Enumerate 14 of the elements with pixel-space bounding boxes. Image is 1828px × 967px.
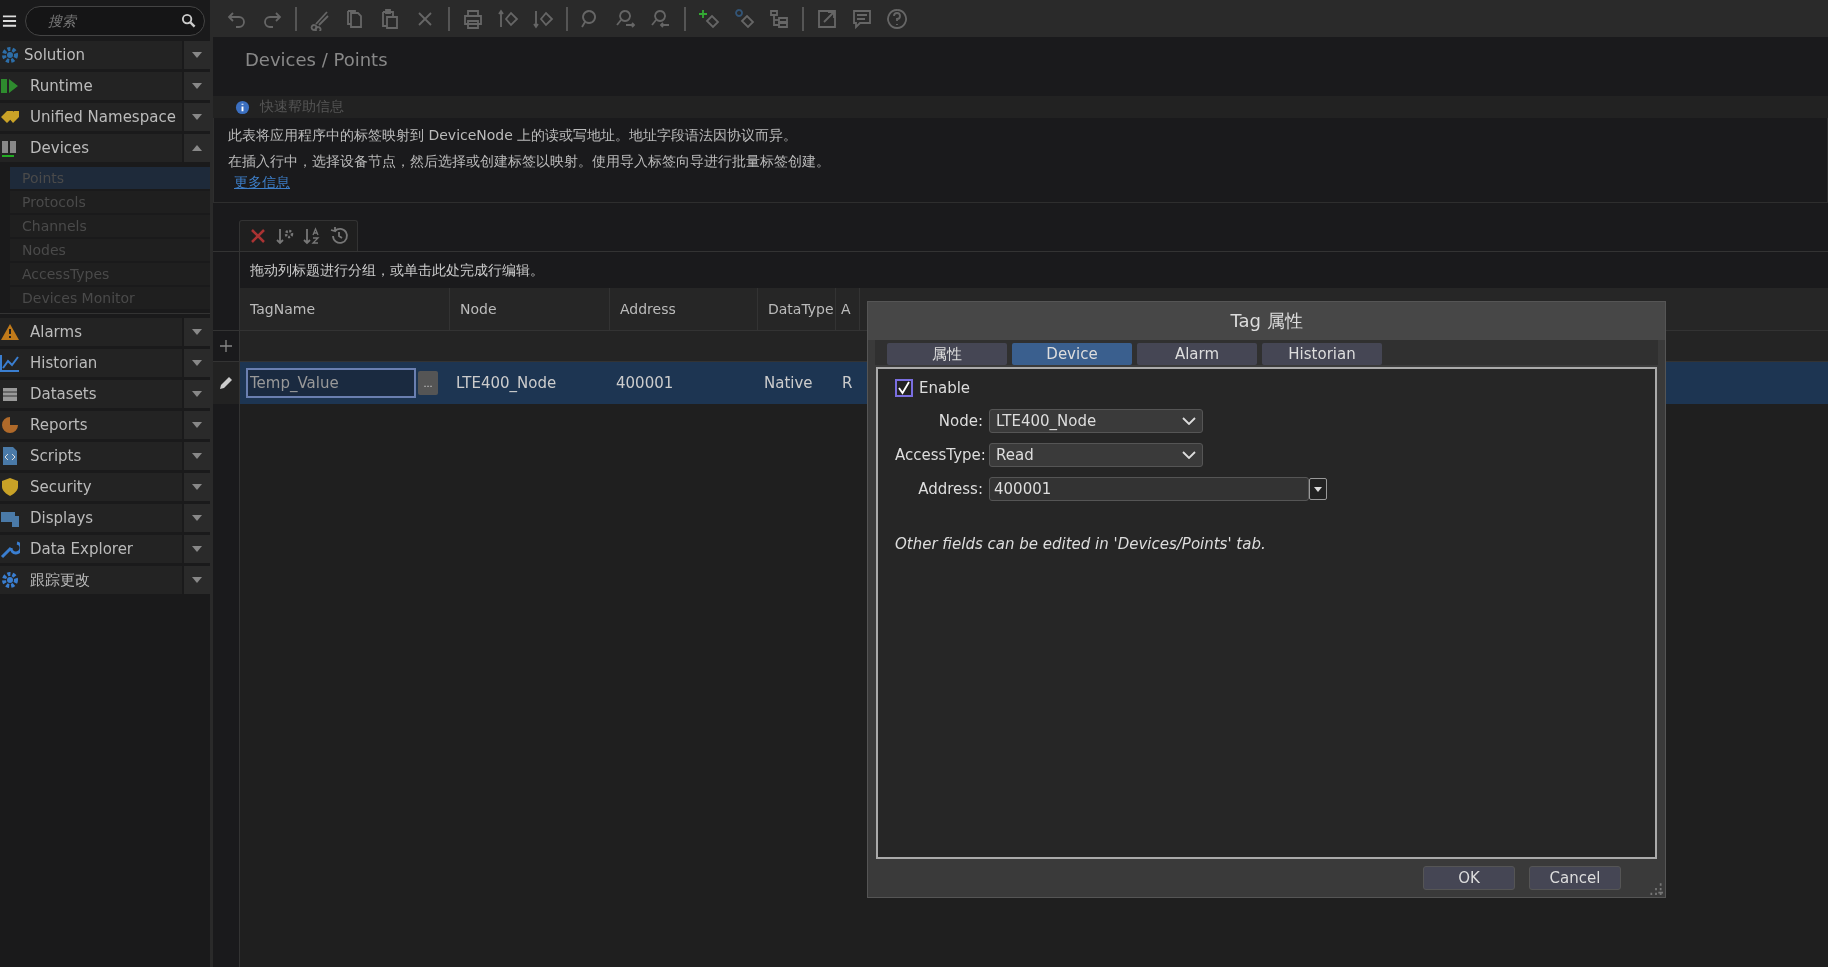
table-cell-text: Native: [763, 373, 814, 394]
table-cell-text: LTE400_Node: [455, 373, 558, 394]
help-text: 在插入行中，选择设备节点，然后选择或创建标签以映射。使用导入标签向导进行批量标签创建。: [228, 152, 831, 171]
dialog-title: Tag 属性: [868, 302, 1665, 340]
field-label: Address:: [917, 480, 983, 498]
table-cell-text: 400001: [615, 373, 675, 394]
group-hint: 拖动列标题进行分组，或单击此处完成行编辑。: [240, 252, 1828, 288]
checkbox-label: Enable: [919, 379, 971, 397]
page-title: Devices / Points: [244, 48, 389, 72]
field-label: AccessType:: [895, 446, 983, 464]
help-text: 此表将应用程序中的标签映射到 DeviceNode 上的读或写地址。地址字段语法因协议而异。: [228, 126, 799, 145]
table-cell-text: R: [841, 373, 854, 394]
note-text: Other fields can be edited in 'Devices/Points' tab.: [895, 535, 1267, 553]
field-label: Node:: [937, 412, 983, 430]
